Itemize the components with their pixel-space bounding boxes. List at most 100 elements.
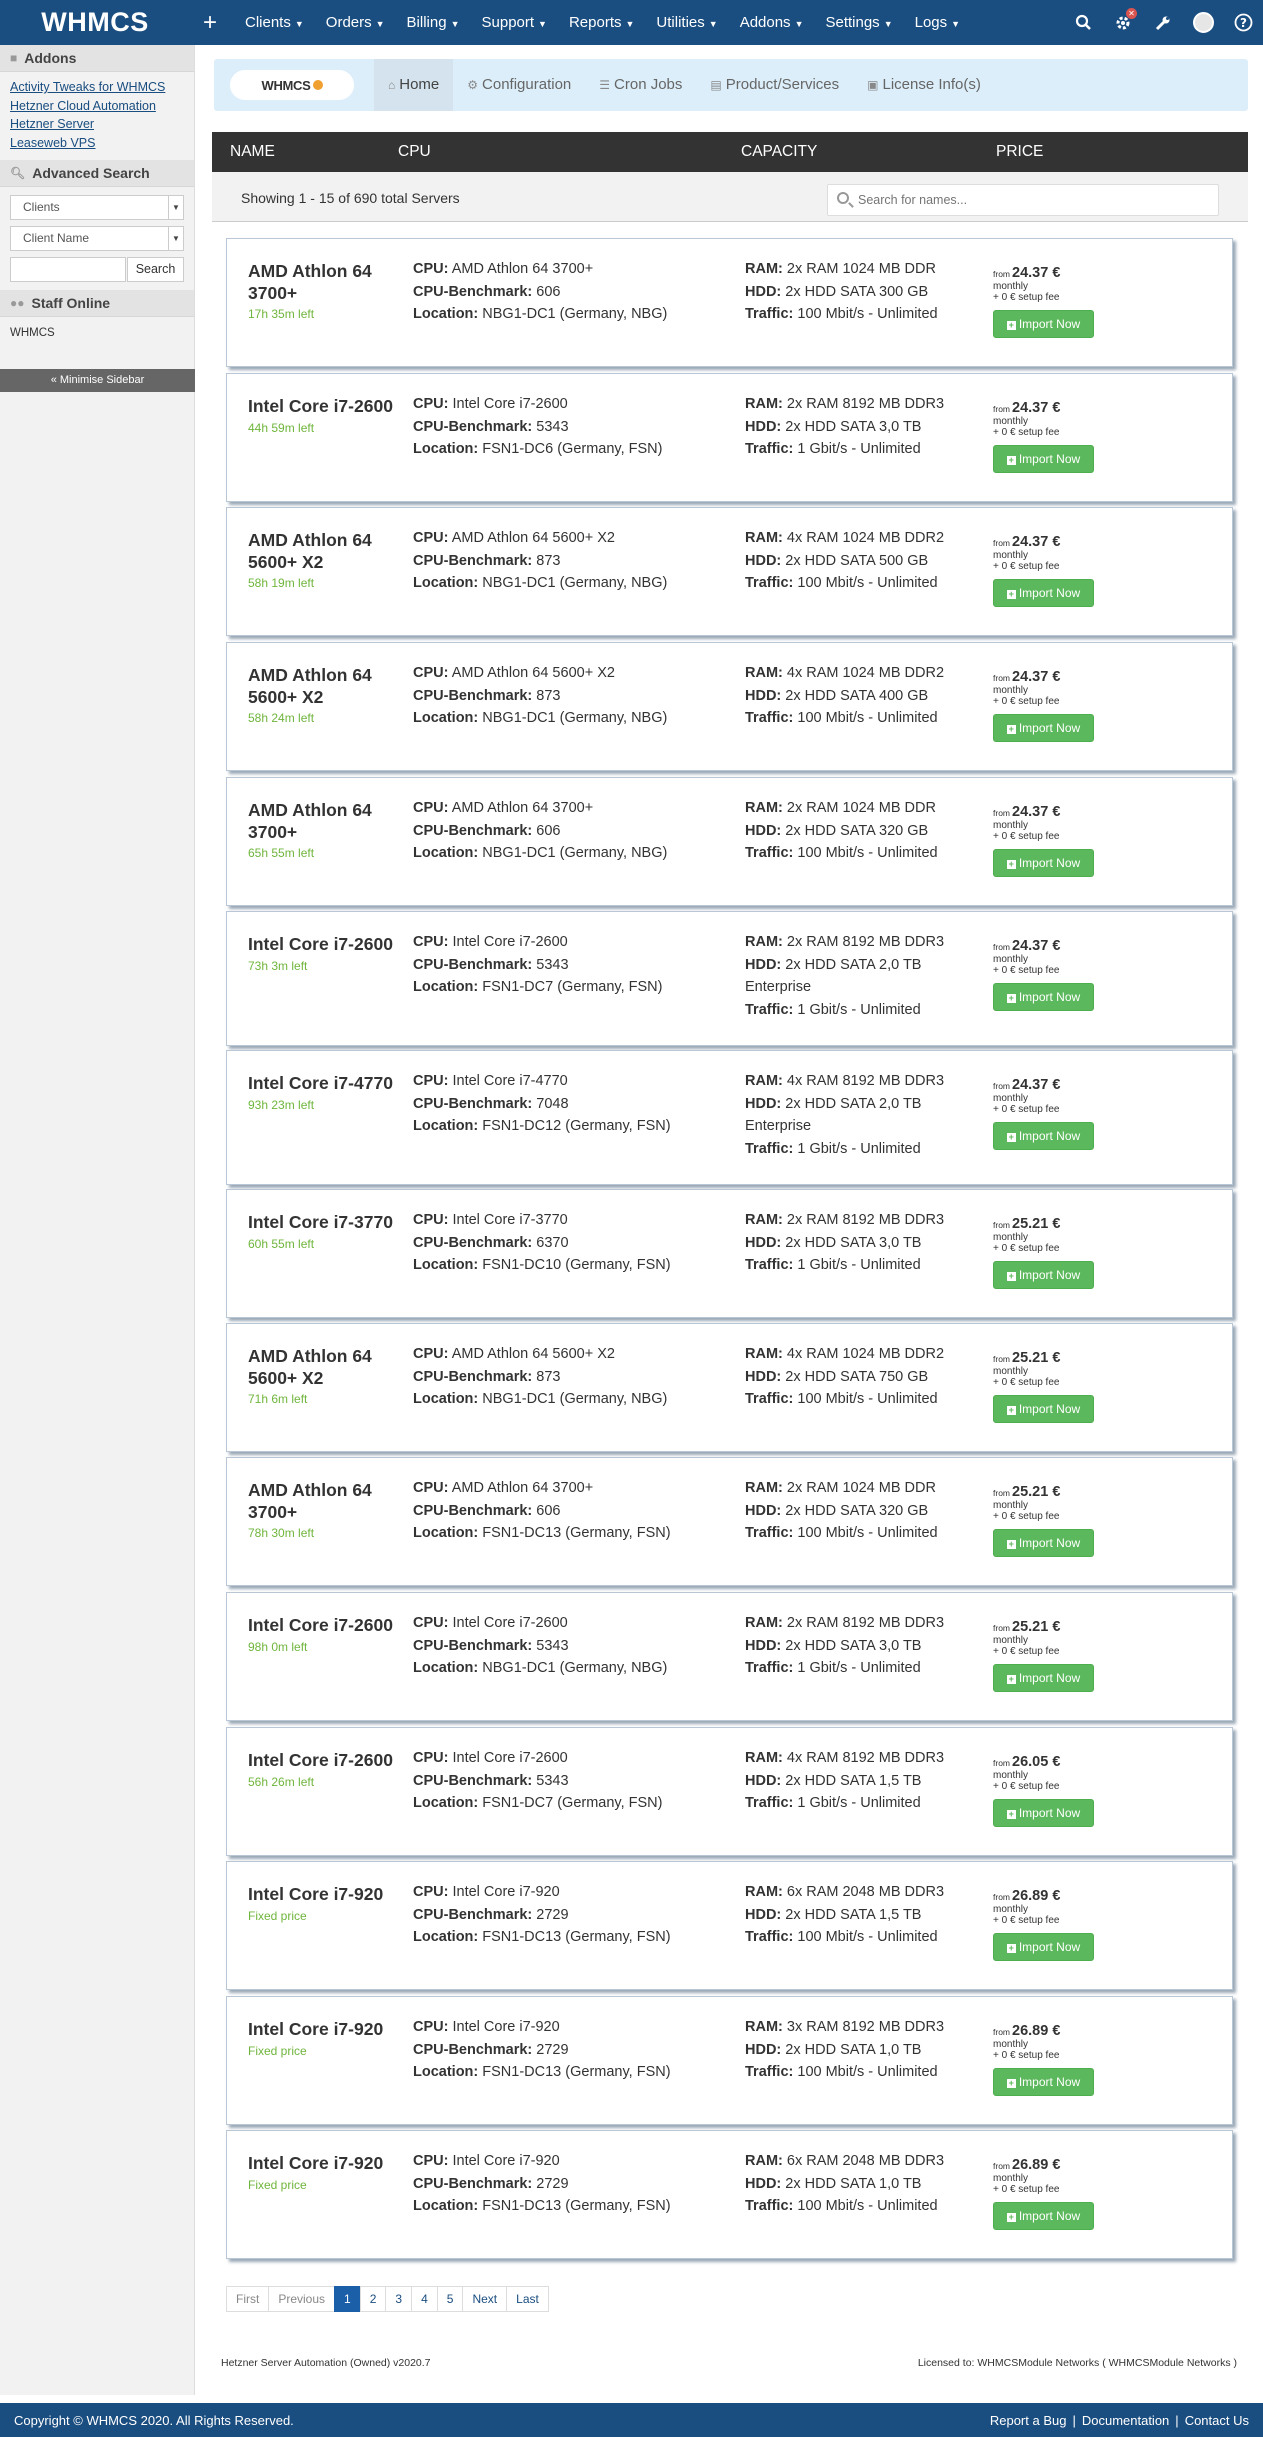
import-now-button[interactable]: + Import Now xyxy=(993,1933,1094,1961)
import-now-button[interactable]: + Import Now xyxy=(993,310,1094,338)
setup-fee: + 0 € setup fee xyxy=(993,1243,1060,1254)
cpu-value: AMD Athlon 64 3700+ xyxy=(451,1480,594,1496)
search-input[interactable] xyxy=(10,257,126,282)
page-4[interactable]: 4 xyxy=(411,2286,438,2312)
ram-label: RAM: xyxy=(745,530,783,546)
hdd-label: HDD: xyxy=(745,418,782,435)
quick-add-button[interactable]: + xyxy=(194,9,226,37)
ram-value: 2x RAM 1024 MB DDR xyxy=(786,1480,936,1496)
name-search-input[interactable] xyxy=(858,189,1208,211)
server-card: Intel Core i7-2600 73h 3m left CPU: Intel … xyxy=(226,911,1233,1046)
ram-label: RAM: xyxy=(745,1884,783,1900)
top-navbar: WHMCS + Clients ▼ Orders ▼ Billing ▼ Support ▼ R… xyxy=(0,0,1263,45)
avatar[interactable] xyxy=(1183,0,1223,45)
footer-link-report-a-bug[interactable]: Report a Bug xyxy=(990,2413,1067,2428)
setup-fee: + 0 € setup fee xyxy=(993,2184,1060,2195)
whmcs-logo[interactable]: WHMCS xyxy=(0,0,190,45)
page-previous[interactable]: Previous xyxy=(268,2286,336,2312)
menu-addons[interactable]: Addons ▼ xyxy=(729,0,815,45)
wrench-icon[interactable] xyxy=(1143,0,1183,45)
price-block: from 25.21 € monthly + 0 € setup fee + Import… xyxy=(993,1484,1123,1557)
time-left: 65h 55m left xyxy=(248,846,315,860)
page-2[interactable]: 2 xyxy=(359,2286,387,2312)
cpu-value: AMD Athlon 64 5600+ X2 xyxy=(451,665,615,681)
time-left: 71h 6m left xyxy=(248,1392,308,1406)
list-icon: ☰ xyxy=(599,78,611,92)
location-value: FSN1-DC6 (Germany, FSN) xyxy=(482,441,663,457)
hdd-value: 2x HDD SATA 1,0 TB xyxy=(785,2041,922,2058)
ram-value: 2x RAM 1024 MB DDR xyxy=(786,800,936,816)
addon-link[interactable]: Activity Tweaks for WHMCS xyxy=(10,78,184,97)
search-field-select[interactable]: Client Name ▼ xyxy=(10,226,184,251)
menu-reports[interactable]: Reports ▼ xyxy=(558,0,645,45)
name-search-box[interactable] xyxy=(827,184,1219,216)
tab-license-info-s[interactable]: ▣ License Info(s) xyxy=(853,59,995,111)
price-block: from 25.21 € monthly + 0 € setup fee + Import… xyxy=(993,1216,1123,1289)
import-now-button[interactable]: + Import Now xyxy=(993,1122,1094,1150)
addon-link[interactable]: Hetzner Cloud Automation xyxy=(10,97,184,116)
import-now-button[interactable]: + Import Now xyxy=(993,1664,1094,1692)
search-type-select[interactable]: Clients ▼ xyxy=(10,195,184,220)
ram-label: RAM: xyxy=(745,2153,783,2169)
import-now-button[interactable]: + Import Now xyxy=(993,2068,1094,2096)
menu-utilities[interactable]: Utilities ▼ xyxy=(645,0,728,45)
price: from 24.37 € xyxy=(993,400,1061,416)
minimise-sidebar-button[interactable]: « Minimise Sidebar xyxy=(0,369,195,392)
footer-link-contact-us[interactable]: Contact Us xyxy=(1185,2413,1249,2428)
cpu-benchmark-label: CPU-Benchmark: xyxy=(413,1906,533,1923)
capacity-info: RAM: 2x RAM 8192 MB DDR3 HDD: 2x HDD SATA… xyxy=(745,1612,985,1680)
advanced-search-header: 🔍︎ Advanced Search xyxy=(0,160,194,187)
traffic-label: Traffic: xyxy=(745,1795,794,1811)
automation-status-icon[interactable]: ✕ xyxy=(1103,0,1143,45)
cpu-benchmark-value: 606 xyxy=(536,283,561,300)
tab-configuration[interactable]: ⚙ Configuration xyxy=(453,59,585,111)
import-now-button[interactable]: + Import Now xyxy=(993,714,1094,742)
menu-settings[interactable]: Settings ▼ xyxy=(814,0,903,45)
traffic-label: Traffic: xyxy=(745,1391,794,1407)
import-now-button[interactable]: + Import Now xyxy=(993,1261,1094,1289)
capacity-info: RAM: 4x RAM 1024 MB DDR2 HDD: 2x HDD SATA… xyxy=(745,527,985,595)
page-last[interactable]: Last xyxy=(506,2286,549,2312)
cpu-benchmark-label: CPU-Benchmark: xyxy=(413,1234,533,1251)
page-5[interactable]: 5 xyxy=(436,2286,464,2312)
menu-logs[interactable]: Logs ▼ xyxy=(904,0,971,45)
page-first[interactable]: First xyxy=(226,2286,270,2312)
price: from 25.21 € xyxy=(993,1484,1061,1500)
price-block: from 25.21 € monthly + 0 € setup fee + Import… xyxy=(993,1350,1123,1423)
import-now-button[interactable]: + Import Now xyxy=(993,445,1094,473)
page-1[interactable]: 1 xyxy=(334,2286,361,2312)
tab-home[interactable]: ⌂ Home xyxy=(374,59,454,111)
import-now-button[interactable]: + Import Now xyxy=(993,2202,1094,2230)
menu-support[interactable]: Support ▼ xyxy=(471,0,558,45)
import-now-button[interactable]: + Import Now xyxy=(993,983,1094,1011)
menu-orders[interactable]: Orders ▼ xyxy=(315,0,396,45)
cube-icon: ■ xyxy=(10,50,18,65)
cpu-benchmark-value: 6370 xyxy=(536,1234,569,1251)
module-version: Hetzner Server Automation (Owned) v2020.… xyxy=(221,2357,431,2369)
page-next[interactable]: Next xyxy=(462,2286,508,2312)
menu-billing[interactable]: Billing ▼ xyxy=(396,0,471,45)
import-now-button[interactable]: + Import Now xyxy=(993,1799,1094,1827)
import-now-button[interactable]: + Import Now xyxy=(993,849,1094,877)
addon-link[interactable]: Leaseweb VPS xyxy=(10,134,184,153)
server-name: Intel Core i7-920 xyxy=(248,2153,384,2173)
time-left: Fixed price xyxy=(248,2178,307,2192)
menu-clients[interactable]: Clients ▼ xyxy=(234,0,315,45)
chevron-down-icon: ▼ xyxy=(168,196,183,219)
tab-product-services[interactable]: ▤ Product/Services xyxy=(696,59,853,111)
footer-link-documentation[interactable]: Documentation xyxy=(1082,2413,1169,2428)
search-button[interactable]: Search xyxy=(127,257,184,282)
cpu-benchmark-label: CPU-Benchmark: xyxy=(413,687,533,704)
import-now-button[interactable]: + Import Now xyxy=(993,1395,1094,1423)
import-now-button[interactable]: + Import Now xyxy=(993,1529,1094,1557)
help-icon[interactable]: ? xyxy=(1223,0,1263,45)
import-now-button[interactable]: + Import Now xyxy=(993,579,1094,607)
addon-link[interactable]: Hetzner Server xyxy=(10,115,184,134)
time-left: 60h 55m left xyxy=(248,1237,315,1251)
time-left: 58h 24m left xyxy=(248,711,315,725)
search-icon[interactable] xyxy=(1063,0,1103,45)
plus-square-icon: + xyxy=(1006,1943,1016,1953)
tab-cron-jobs[interactable]: ☰ Cron Jobs xyxy=(585,59,696,111)
cpu-benchmark-value: 2729 xyxy=(536,1906,569,1923)
page-3[interactable]: 3 xyxy=(385,2286,413,2312)
